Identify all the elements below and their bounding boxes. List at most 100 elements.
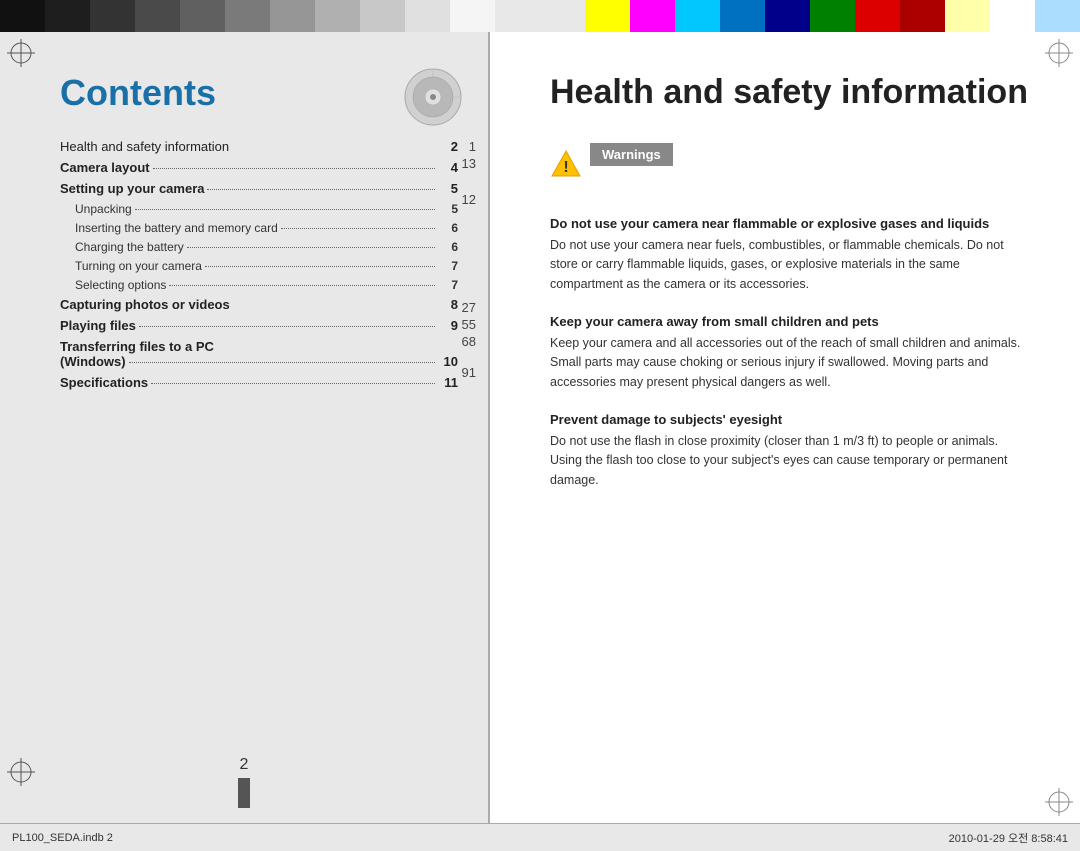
- swatch-lightyellow: [945, 0, 990, 32]
- side-num-empty5: -: [462, 278, 476, 291]
- swatch-10: [405, 0, 450, 32]
- toc-entry-setup: Setting up your camera 5: [60, 181, 458, 196]
- toc-dots-turning-on: [205, 266, 435, 267]
- toc-entry-battery-insert: Inserting the battery and memory card 6: [60, 221, 458, 235]
- toc-text-battery-insert: Inserting the battery and memory card: [75, 221, 278, 235]
- swatch-3: [90, 0, 135, 32]
- swatch-red: [855, 0, 900, 32]
- safety-heading-3: Prevent damage to subjects' eyesight: [550, 412, 1030, 427]
- disc-icon: [403, 67, 463, 127]
- page-num-text: 2: [240, 756, 249, 774]
- toc-num-playing: 9: [438, 318, 458, 333]
- side-num-13: 13: [462, 157, 476, 170]
- side-num-91: 91: [462, 366, 476, 379]
- toc-entry-capturing: Capturing photos or videos 8: [60, 297, 458, 312]
- toc-dots-charging: [187, 247, 435, 248]
- side-num-27: 27: [462, 301, 476, 314]
- toc-dots-selecting: [169, 285, 435, 286]
- toc-text-camera-layout: Camera layout: [60, 160, 150, 175]
- swatch-yellow: [585, 0, 630, 32]
- warning-section: ! Warnings: [550, 143, 1030, 191]
- toc-text-turning-on: Turning on your camera: [75, 259, 202, 273]
- swatch-darkred: [900, 0, 945, 32]
- reg-mark-bottom-right: [1043, 786, 1075, 818]
- side-numbers: 1 13 12 - - - - - 27 55 68 91: [462, 140, 476, 383]
- toc-dots-playing: [139, 326, 435, 327]
- swatch-cyan: [675, 0, 720, 32]
- swatch-darkblue: [765, 0, 810, 32]
- svg-text:!: !: [563, 159, 568, 176]
- side-num-empty2: -: [462, 227, 476, 240]
- toc-text-specs: Specifications: [60, 375, 148, 390]
- swatch-white: [990, 0, 1035, 32]
- toc-num-setup: 5: [438, 181, 458, 196]
- page-number: 2: [238, 756, 250, 808]
- side-num-12: 12: [462, 193, 476, 206]
- safety-heading-1: Do not use your camera near flammable or…: [550, 216, 1030, 231]
- side-num-empty4: -: [462, 261, 476, 274]
- toc-dots-battery-insert: [281, 228, 435, 229]
- swatch-6: [225, 0, 270, 32]
- swatch-11: [450, 0, 495, 32]
- toc-entry-charging: Charging the battery 6: [60, 240, 458, 254]
- toc-text-setup: Setting up your camera: [60, 181, 204, 196]
- swatch-8: [315, 0, 360, 32]
- toc-entry-unpacking: Unpacking 5: [60, 202, 458, 216]
- side-num-1: 1: [462, 140, 476, 153]
- toc-text-transferring: Transferring files to a PC: [60, 339, 214, 354]
- toc-entry-turning-on: Turning on your camera 7: [60, 259, 458, 273]
- side-num-empty3: -: [462, 244, 476, 257]
- toc-text-selecting: Selecting options: [75, 278, 166, 292]
- safety-section-1: Do not use your camera near flammable or…: [550, 216, 1030, 294]
- toc-text-health: Health and safety information: [60, 139, 229, 154]
- toc-text-capturing: Capturing photos or videos: [60, 297, 230, 312]
- swatch-4: [135, 0, 180, 32]
- toc-num-charging: 6: [438, 240, 458, 254]
- toc-dots-specs: [151, 383, 435, 384]
- side-num-55: 55: [462, 318, 476, 331]
- swatch-7: [270, 0, 315, 32]
- footer-bar: PL100_SEDA.indb 2 2010-01-29 오전 8:58:41: [0, 823, 1080, 851]
- page-num-bar: [238, 778, 250, 808]
- toc-text-transferring-sub: (Windows): [60, 354, 126, 369]
- swatch-blue: [720, 0, 765, 32]
- safety-text-2: Keep your camera and all accessories out…: [550, 334, 1030, 392]
- swatch-9: [360, 0, 405, 32]
- toc-entry-playing: Playing files 9: [60, 318, 458, 333]
- side-num-68: 68: [462, 335, 476, 348]
- safety-section-2: Keep your camera away from small childre…: [550, 314, 1030, 392]
- toc-text-unpacking: Unpacking: [75, 202, 132, 216]
- swatch-1: [0, 0, 45, 32]
- swatch-green: [810, 0, 855, 32]
- toc-num-specs: 11: [438, 375, 458, 390]
- toc-dots-camera-layout: [153, 168, 435, 169]
- swatch-5: [180, 0, 225, 32]
- warning-label: Warnings: [602, 147, 661, 162]
- safety-section-3: Prevent damage to subjects' eyesight Do …: [550, 412, 1030, 490]
- footer-left: PL100_SEDA.indb 2: [12, 832, 113, 844]
- swatch-lightblue: [1035, 0, 1080, 32]
- swatch-2: [45, 0, 90, 32]
- left-page: Contents Health and safety information 2…: [0, 32, 490, 823]
- toc-entry-transferring: Transferring files to a PC (Windows) 10: [60, 339, 458, 369]
- reg-mark-top-left: [5, 37, 37, 69]
- toc-num-turning-on: 7: [438, 259, 458, 273]
- safety-text-1: Do not use your camera near fuels, combu…: [550, 236, 1030, 294]
- toc-num-health: 2: [438, 139, 458, 154]
- toc-text-playing: Playing files: [60, 318, 136, 333]
- toc-entry-specs: Specifications 11: [60, 375, 458, 390]
- swatch-gap: [495, 0, 585, 32]
- safety-text-3: Do not use the flash in close proximity …: [550, 432, 1030, 490]
- color-bar: [0, 0, 1080, 32]
- warning-triangle-icon: !: [550, 148, 582, 185]
- toc-dots-unpacking: [135, 209, 435, 210]
- right-page: Health and safety information ! Warnings…: [490, 32, 1080, 823]
- swatch-magenta: [630, 0, 675, 32]
- toc-entry-camera-layout: Camera layout 4: [60, 160, 458, 175]
- toc-num-selecting: 7: [438, 278, 458, 292]
- toc-num-battery-insert: 6: [438, 221, 458, 235]
- toc-dots-transferring: [129, 362, 435, 363]
- toc-num-camera-layout: 4: [438, 160, 458, 175]
- toc-entry-selecting: Selecting options 7: [60, 278, 458, 292]
- contents-title: Contents: [60, 72, 458, 114]
